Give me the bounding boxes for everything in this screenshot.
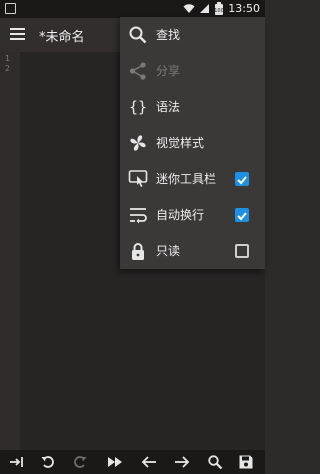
touch-toolbar-icon [128, 170, 148, 187]
fan-icon [130, 135, 146, 151]
fast-forward-icon[interactable] [107, 454, 123, 470]
bottom-toolbar [0, 450, 265, 474]
search-icon [129, 26, 147, 44]
wifi-icon [183, 4, 195, 13]
overflow-menu: 查找 分享 {} 语法 视觉样式 迷你工具栏 自动换行 只读 [120, 17, 265, 269]
line-number: 2 [5, 64, 10, 73]
signal-icon [200, 4, 210, 13]
menu-item-label: 只读 [156, 244, 181, 258]
braces-icon: {} [129, 98, 147, 116]
check-icon [237, 212, 247, 221]
menu-item-mini-toolbar[interactable]: 迷你工具栏 [120, 161, 265, 197]
svg-text:{}: {} [129, 98, 147, 116]
menu-item-label: 自动换行 [156, 208, 205, 222]
menu-item-label: 语法 [156, 100, 181, 114]
battery-icon: 100 [215, 2, 225, 15]
check-icon [237, 176, 247, 185]
menu-item-syntax[interactable]: {} 语法 [120, 89, 265, 125]
status-time: 13:50 [228, 2, 260, 15]
status-icons: 100 13:50 [183, 2, 260, 15]
menu-item-label: 迷你工具栏 [156, 172, 217, 186]
undo-icon[interactable] [40, 454, 56, 470]
lock-icon [132, 243, 144, 260]
save-icon[interactable] [238, 454, 254, 470]
redo-icon[interactable] [72, 454, 88, 470]
share-icon [129, 62, 146, 80]
wrap-icon [130, 208, 147, 224]
line-gutter: 1 2 [0, 52, 20, 450]
read-only-checkbox[interactable] [235, 244, 249, 258]
menu-item-visual-style[interactable]: 视觉样式 [120, 125, 265, 161]
menu-item-read-only[interactable]: 只读 [120, 233, 265, 269]
menu-item-label: 分享 [156, 64, 181, 78]
image-notification-icon [5, 3, 16, 14]
menu-item-find[interactable]: 查找 [120, 17, 265, 53]
svg-text:100: 100 [215, 8, 225, 14]
menu-item-label: 查找 [156, 28, 181, 42]
menu-hamburger-icon[interactable] [10, 28, 25, 41]
menu-item-share[interactable]: 分享 [120, 53, 265, 89]
search-icon[interactable] [207, 454, 223, 470]
mini-toolbar-checkbox[interactable] [235, 172, 249, 186]
arrow-right-icon[interactable] [174, 454, 190, 470]
document-title: *未命名 [39, 30, 85, 45]
arrow-left-icon[interactable] [141, 454, 157, 470]
tab-icon[interactable] [9, 454, 25, 470]
menu-item-label: 视觉样式 [156, 136, 205, 150]
menu-item-word-wrap[interactable]: 自动换行 [120, 197, 265, 233]
word-wrap-checkbox[interactable] [235, 208, 249, 222]
status-bar: 100 13:50 [0, 0, 265, 18]
line-number: 1 [5, 54, 10, 63]
